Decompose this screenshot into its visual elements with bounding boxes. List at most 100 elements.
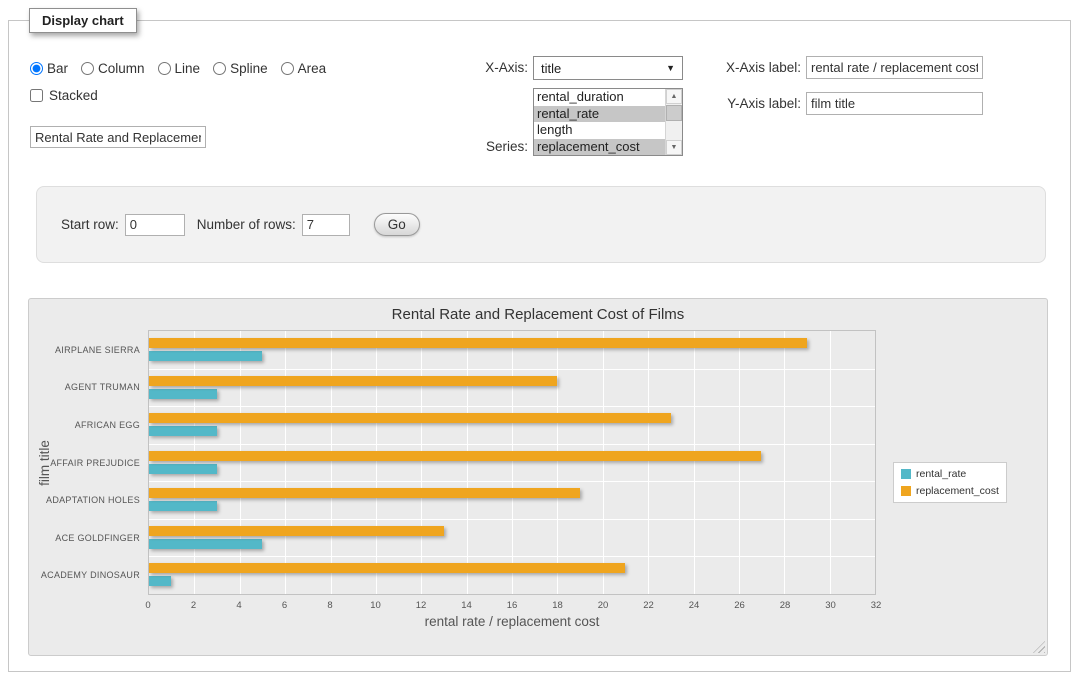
legend-swatch — [901, 486, 911, 496]
fieldset-legend: Display chart — [29, 8, 137, 33]
legend-label: rental_rate — [916, 468, 966, 480]
chart-type-line[interactable]: Line — [158, 61, 201, 76]
gridline-vertical — [285, 331, 286, 594]
chart-panel: Rental Rate and Replacement Cost of Film… — [28, 298, 1048, 656]
go-button[interactable]: Go — [374, 213, 420, 236]
series-option-replacement_cost[interactable]: replacement_cost — [534, 139, 665, 156]
bar-replacement_cost — [149, 526, 444, 536]
gridline-vertical — [739, 331, 740, 594]
chart-type-column[interactable]: Column — [81, 61, 145, 76]
x-axis-title: rental rate / replacement cost — [148, 614, 876, 629]
plot-area — [148, 330, 876, 595]
gridline-vertical — [240, 331, 241, 594]
stacked-row: Stacked — [30, 88, 98, 103]
x-tick-label: 10 — [370, 600, 381, 611]
stacked-checkbox[interactable] — [30, 89, 43, 102]
chart-type-radios: Bar Column Line Spline Area — [30, 61, 326, 76]
chart-type-label: Spline — [230, 61, 268, 76]
bar-rental_rate — [149, 389, 217, 399]
x-tick-label: 0 — [145, 600, 150, 611]
chart-type-radio-line[interactable] — [158, 62, 171, 75]
bar-rental_rate — [149, 351, 262, 361]
chart-type-label: Line — [175, 61, 201, 76]
category-label: ACE GOLDFINGER — [31, 533, 140, 543]
x-tick-label: 2 — [191, 600, 196, 611]
gridline-vertical — [830, 331, 831, 594]
gridline-vertical — [784, 331, 785, 594]
series-option-rental_rate[interactable]: rental_rate — [534, 106, 665, 123]
x-axis-select[interactable]: title ▼ — [533, 56, 683, 80]
bar-rental_rate — [149, 539, 262, 549]
gridline-vertical — [421, 331, 422, 594]
x-tick-label: 20 — [598, 600, 609, 611]
gridline-vertical — [648, 331, 649, 594]
gridline-horizontal — [149, 406, 875, 407]
gridline-horizontal — [149, 444, 875, 445]
chart-type-area[interactable]: Area — [281, 61, 327, 76]
gridline-horizontal — [149, 369, 875, 370]
x-tick-label: 16 — [507, 600, 518, 611]
chart-type-radio-bar[interactable] — [30, 62, 43, 75]
bar-rental_rate — [149, 464, 217, 474]
series-option-length[interactable]: length — [534, 122, 665, 139]
x-tick-label: 30 — [825, 600, 836, 611]
x-tick-label: 26 — [734, 600, 745, 611]
chart-type-radio-area[interactable] — [281, 62, 294, 75]
scroll-down-icon[interactable]: ▼ — [666, 140, 682, 155]
category-label: AGENT TRUMAN — [31, 382, 140, 392]
x-tick-label: 22 — [643, 600, 654, 611]
category-label: AFRICAN EGG — [31, 420, 140, 430]
x-axis-label-input[interactable] — [806, 56, 983, 79]
gridline-vertical — [557, 331, 558, 594]
start-row-input[interactable] — [125, 214, 185, 236]
series-option-rental_duration[interactable]: rental_duration — [534, 89, 665, 106]
gridline-horizontal — [149, 519, 875, 520]
bar-replacement_cost — [149, 488, 580, 498]
number-of-rows-input[interactable] — [302, 214, 350, 236]
x-tick-label: 6 — [282, 600, 287, 611]
chart-type-radio-column[interactable] — [81, 62, 94, 75]
x-axis-label-field-text: X-Axis label: — [676, 56, 801, 80]
x-tick-label: 12 — [416, 600, 427, 611]
gridline-vertical — [694, 331, 695, 594]
x-tick-label: 32 — [871, 600, 882, 611]
gridline-vertical — [467, 331, 468, 594]
chart-type-radio-spline[interactable] — [213, 62, 226, 75]
bar-replacement_cost — [149, 451, 761, 461]
series-label-text: Series: — [418, 138, 528, 155]
display-chart-fieldset: Display chart BarColumnLineSplineArea St… — [8, 20, 1071, 672]
x-axis-label-text: X-Axis: — [418, 56, 528, 80]
y-axis-label-input[interactable] — [806, 92, 983, 115]
gridline-horizontal — [149, 481, 875, 482]
gridline-horizontal — [149, 556, 875, 557]
chart-title-input[interactable] — [30, 126, 206, 148]
page: Display chart Bar Column Line Spline Area St… — [0, 0, 1081, 681]
chart-title: Rental Rate and Replacement Cost of Film… — [29, 306, 1047, 323]
bar-rental_rate — [149, 501, 217, 511]
chart-legend: rental_ratereplacement_cost — [893, 462, 1007, 503]
series-options: rental_durationrental_ratelengthreplacem… — [534, 89, 665, 155]
chart-type-spline[interactable]: Spline — [213, 61, 268, 76]
series-listbox[interactable]: rental_durationrental_ratelengthreplacem… — [533, 88, 683, 156]
chart-type-label: Bar — [47, 61, 68, 76]
x-tick-label: 28 — [780, 600, 791, 611]
gridline-vertical — [603, 331, 604, 594]
gridline-vertical — [331, 331, 332, 594]
category-label: AFFAIR PREJUDICE — [31, 458, 140, 468]
bar-replacement_cost — [149, 413, 671, 423]
x-tick-label: 18 — [552, 600, 563, 611]
resize-handle-icon[interactable] — [1033, 641, 1045, 653]
bar-replacement_cost — [149, 376, 557, 386]
category-label: AIRPLANE SIERRA — [31, 345, 140, 355]
gridline-vertical — [512, 331, 513, 594]
category-label: ACADEMY DINOSAUR — [31, 570, 140, 580]
chart-type-bar[interactable]: Bar — [30, 61, 68, 76]
gridline-vertical — [376, 331, 377, 594]
rows-panel: Start row: Number of rows: Go — [36, 186, 1046, 263]
chevron-down-icon: ▼ — [666, 63, 675, 73]
x-tick-label: 24 — [689, 600, 700, 611]
chart-type-label: Area — [298, 61, 327, 76]
chart-type-label: Column — [98, 61, 145, 76]
x-tick-label: 14 — [461, 600, 472, 611]
start-row-label: Start row: — [61, 217, 119, 232]
